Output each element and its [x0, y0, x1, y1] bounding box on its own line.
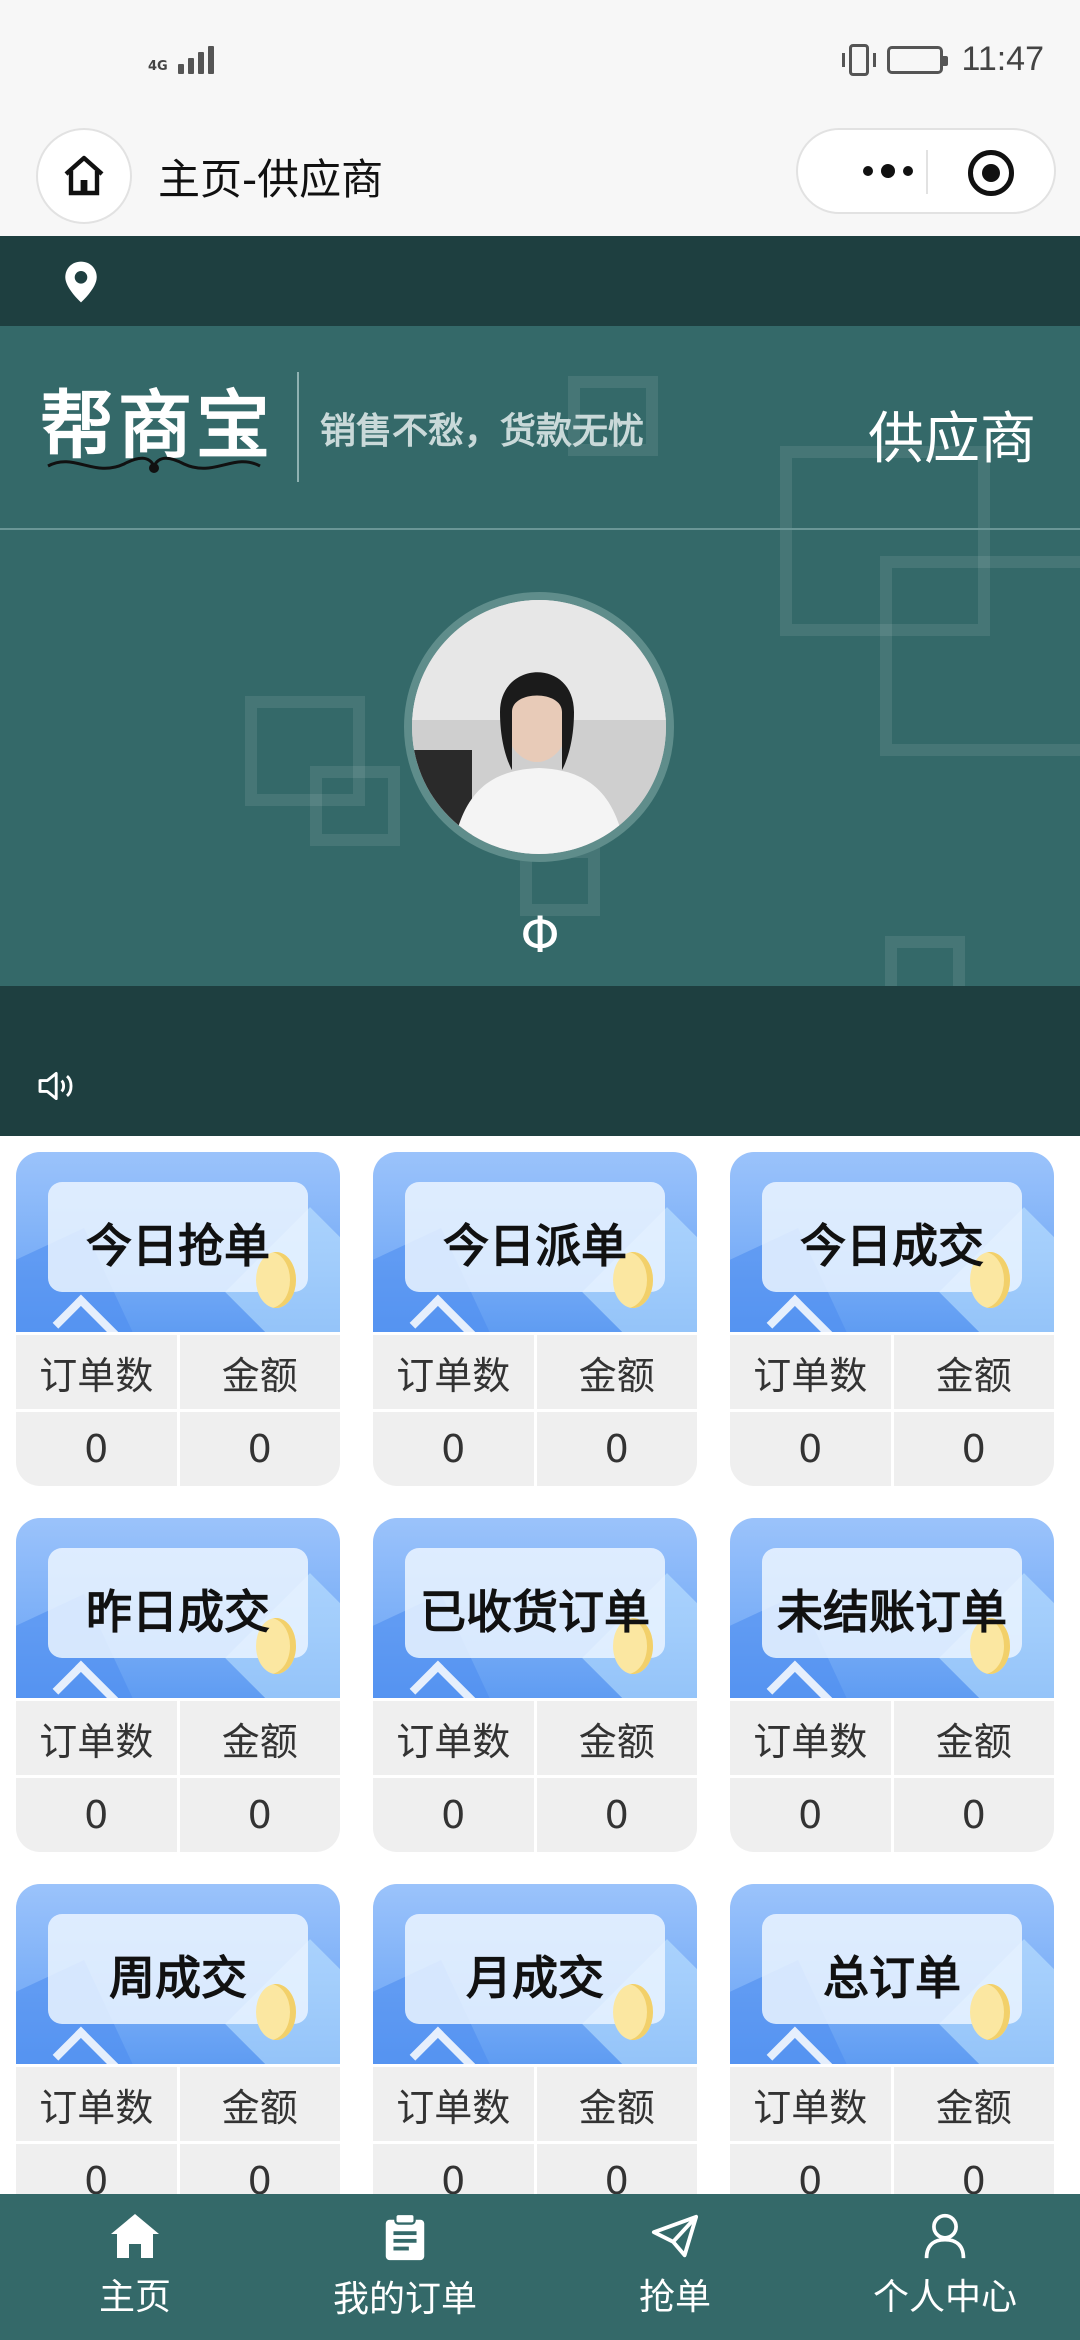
card-title: 已收货订单 [420, 1585, 650, 1639]
bottom-tab-bar: 主页 我的订单 抢单 个人中心 [0, 2194, 1080, 2340]
col-label-count: 订单数 [396, 2085, 511, 2130]
speaker-icon [38, 1071, 73, 1101]
col-label-amount: 金额 [533, 1701, 698, 1775]
order-amount: 0 [176, 1412, 341, 1486]
tab-home[interactable]: 主页 [0, 2194, 270, 2340]
order-count: 0 [84, 1793, 109, 1837]
card-title: 周成交 [109, 1951, 247, 2005]
nav-header: 主页-供应商 [0, 128, 1080, 236]
order-count: 0 [441, 1427, 466, 1471]
username: Φ [520, 906, 560, 964]
order-count: 0 [441, 1793, 466, 1837]
role-label: 供应商 [868, 407, 1036, 472]
card-title: 昨日成交 [86, 1585, 270, 1639]
order-amount: 0 [890, 1778, 1055, 1852]
order-count: 0 [798, 1793, 823, 1837]
col-label-count: 订单数 [753, 1719, 868, 1764]
avatar-photo [412, 600, 666, 854]
home-icon [64, 155, 104, 196]
card-title: 今日成交 [800, 1219, 984, 1273]
col-label-amount: 金额 [176, 1701, 341, 1775]
col-label-count: 订单数 [39, 1719, 154, 1764]
order-amount: 0 [176, 1778, 341, 1852]
col-label-amount: 金额 [890, 1335, 1055, 1409]
order-amount: 0 [533, 1778, 698, 1852]
card-title: 今日派单 [443, 1219, 627, 1273]
tab-grab-order[interactable]: 抢单 [540, 2194, 810, 2340]
tab-label: 我的订单 [332, 2279, 477, 2320]
tab-my-orders[interactable]: 我的订单 [270, 2194, 540, 2340]
stat-card-received[interactable]: 已收货订单 订单数 金额 0 0 [373, 1518, 697, 1852]
stat-card-today-dispatch[interactable]: 今日派单 订单数 金额 0 0 [373, 1152, 697, 1486]
status-bar: 4G 11:47 [0, 0, 1080, 128]
close-miniprogram-button[interactable] [968, 150, 1014, 196]
signal-icon: 4G [148, 46, 214, 74]
tab-label: 抢单 [638, 2277, 711, 2318]
order-count: 0 [798, 1427, 823, 1471]
stat-card-month-deal[interactable]: 月成交 订单数 金额 00 [373, 1884, 697, 2218]
more-button[interactable] [838, 130, 938, 212]
tab-profile[interactable]: 个人中心 [810, 2194, 1080, 2340]
col-label-amount: 金额 [533, 2067, 698, 2141]
order-amount: 0 [890, 1412, 1055, 1486]
card-title: 今日抢单 [86, 1219, 270, 1273]
location-pin-icon[interactable] [62, 260, 100, 304]
stat-card-week-deal[interactable]: 周成交 订单数 金额 00 [16, 1884, 340, 2218]
card-title: 总订单 [823, 1951, 961, 2005]
stat-card-total-orders[interactable]: 总订单 订单数 金额 00 [730, 1884, 1054, 2218]
location-bar [0, 236, 1080, 326]
avatar[interactable] [404, 592, 674, 862]
tab-label: 个人中心 [872, 2277, 1017, 2318]
home-icon [111, 2214, 159, 2258]
order-amount: 0 [533, 1412, 698, 1486]
logo-ornament [47, 456, 261, 473]
notice-bar [0, 986, 1080, 1136]
col-label-amount: 金额 [533, 1335, 698, 1409]
card-title: 月成交 [466, 1951, 604, 2005]
col-label-count: 订单数 [396, 1353, 511, 1398]
card-title: 未结账订单 [777, 1585, 1007, 1639]
brand-slogan: 销售不愁，货款无忧 [320, 411, 645, 452]
col-label-count: 订单数 [753, 2085, 868, 2130]
network-type: 4G [148, 59, 168, 74]
col-label-amount: 金额 [176, 2067, 341, 2141]
col-label-count: 订单数 [39, 2085, 154, 2130]
clock: 11:47 [961, 40, 1044, 78]
col-label-count: 订单数 [39, 1353, 154, 1398]
col-label-amount: 金额 [890, 1701, 1055, 1775]
battery-icon [887, 45, 949, 74]
stat-card-yesterday-deal[interactable]: 昨日成交 订单数 金额 0 0 [16, 1518, 340, 1852]
col-label-amount: 金额 [176, 1335, 341, 1409]
col-label-count: 订单数 [753, 1353, 868, 1398]
stat-card-today-deal[interactable]: 今日成交 订单数 金额 0 0 [730, 1152, 1054, 1486]
user-icon [924, 2213, 966, 2259]
stat-card-unsettled[interactable]: 未结账订单 订单数 金额 0 0 [730, 1518, 1054, 1852]
brand-row: 帮商宝 销售不愁，货款无忧 供应商 [0, 326, 1080, 530]
page-title: 主页-供应商 [158, 155, 384, 204]
col-label-amount: 金额 [890, 2067, 1055, 2141]
miniprogram-capsule [796, 128, 1056, 214]
paper-plane-icon [651, 2214, 699, 2258]
profile-banner: 帮商宝 销售不愁，货款无忧 供应商 Φ [0, 326, 1080, 986]
col-label-count: 订单数 [396, 1719, 511, 1764]
vibrate-icon [842, 43, 877, 76]
tab-label: 主页 [98, 2277, 171, 2318]
order-count: 0 [84, 1427, 109, 1471]
stat-card-today-grab[interactable]: 今日抢单 订单数 金额 0 0 [16, 1152, 340, 1486]
clipboard-icon [385, 2212, 425, 2261]
home-button[interactable] [36, 128, 132, 224]
